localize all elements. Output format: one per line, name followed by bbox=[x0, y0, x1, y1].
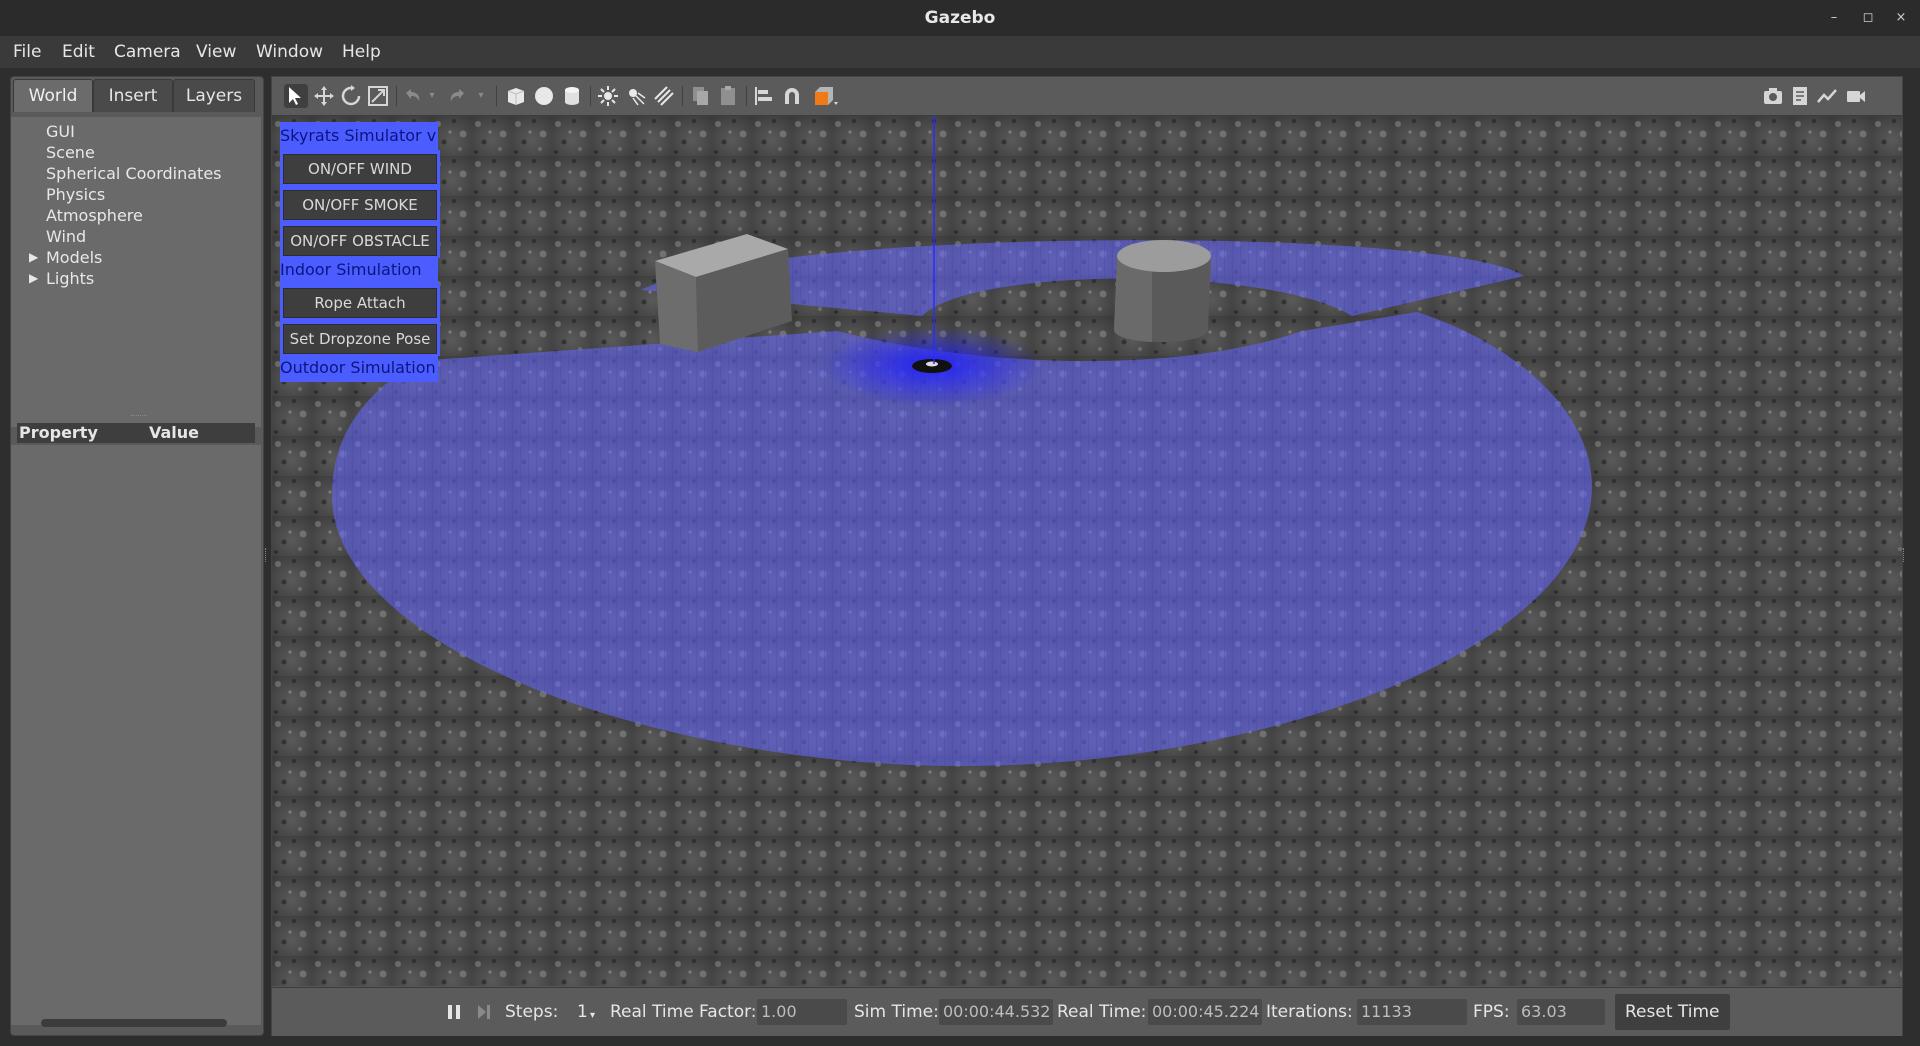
tab-layers[interactable]: Layers bbox=[173, 79, 255, 112]
translate-icon[interactable] bbox=[312, 84, 336, 108]
left-panel: World Insert Layers GUI Scene Spherical … bbox=[10, 76, 264, 1036]
world-tree: GUI Scene Spherical Coordinates Physics … bbox=[11, 117, 261, 427]
redo-icon[interactable] bbox=[446, 84, 470, 108]
left-splitter-handle[interactable] bbox=[265, 548, 269, 562]
expand-arrow-icon[interactable]: ▶ bbox=[29, 268, 38, 289]
menu-view[interactable]: View bbox=[193, 40, 239, 64]
menu-help[interactable]: Help bbox=[339, 40, 384, 64]
menu-camera[interactable]: Camera bbox=[111, 40, 184, 64]
right-splitter-handle[interactable] bbox=[1903, 548, 1907, 562]
3d-viewport[interactable]: Skyrats Simulator v ON/OFF WIND ON/OFF S… bbox=[272, 116, 1902, 986]
paste-icon[interactable] bbox=[716, 84, 740, 108]
sim-time-field: 00:00:44.532 bbox=[939, 999, 1053, 1025]
indoor-simulation-label: Indoor Simulation bbox=[280, 256, 438, 284]
reset-time-button[interactable]: Reset Time bbox=[1615, 994, 1730, 1030]
record-video-icon[interactable] bbox=[1844, 84, 1868, 108]
tab-insert[interactable]: Insert bbox=[93, 79, 173, 112]
redo-dropdown-icon[interactable]: ▾ bbox=[474, 84, 488, 108]
pause-icon[interactable] bbox=[442, 1000, 466, 1024]
render-panel: ▾ ▾ Skyrats Simulator v ON/OFF WIND ON/O… bbox=[271, 76, 1903, 1036]
tree-item-scene[interactable]: Scene bbox=[46, 142, 95, 163]
steps-label: Steps: bbox=[505, 1002, 559, 1022]
set-dropzone-pose-button[interactable]: Set Dropzone Pose bbox=[283, 324, 437, 354]
fps-label: FPS: bbox=[1473, 1002, 1510, 1022]
scene-render bbox=[272, 116, 1902, 986]
step-icon[interactable] bbox=[472, 1000, 496, 1024]
view-angle-icon[interactable] bbox=[812, 84, 838, 108]
rotate-icon[interactable] bbox=[339, 84, 363, 108]
align-icon[interactable] bbox=[752, 84, 776, 108]
tree-item-spherical-coordinates[interactable]: Spherical Coordinates bbox=[46, 163, 222, 184]
steps-dropdown-icon[interactable]: ▾ bbox=[590, 1006, 595, 1026]
select-arrow-icon[interactable] bbox=[284, 84, 308, 108]
toolbar: ▾ ▾ bbox=[272, 77, 1902, 116]
title-bar: Gazebo – ◻ × bbox=[0, 0, 1920, 37]
steps-value[interactable]: 1 bbox=[577, 1002, 588, 1022]
properties-header: Property Value bbox=[17, 423, 255, 443]
toggle-obstacle-button[interactable]: ON/OFF OBSTACLE bbox=[283, 226, 437, 256]
outdoor-simulation-label: Outdoor Simulation bbox=[280, 354, 438, 382]
toggle-wind-button[interactable]: ON/OFF WIND bbox=[283, 154, 437, 184]
rtf-field: 1.00 bbox=[757, 999, 847, 1025]
iterations-field: 11133 bbox=[1357, 999, 1467, 1025]
minimize-icon[interactable]: – bbox=[1826, 10, 1842, 26]
snap-icon[interactable] bbox=[780, 84, 804, 108]
spot-light-icon[interactable] bbox=[624, 84, 648, 108]
tree-item-lights[interactable]: Lights bbox=[46, 268, 94, 289]
overlay-title: Skyrats Simulator v bbox=[280, 122, 438, 150]
tree-item-wind[interactable]: Wind bbox=[46, 226, 86, 247]
tree-item-physics[interactable]: Physics bbox=[46, 184, 105, 205]
screenshot-icon[interactable] bbox=[1761, 84, 1785, 108]
properties-table bbox=[11, 445, 261, 1025]
panel-splitter[interactable] bbox=[131, 415, 147, 418]
log-icon[interactable] bbox=[1788, 84, 1812, 108]
close-icon[interactable]: × bbox=[1893, 10, 1909, 26]
iterations-label: Iterations: bbox=[1266, 1002, 1353, 1022]
sim-time-label: Sim Time: bbox=[854, 1002, 939, 1022]
undo-dropdown-icon[interactable]: ▾ bbox=[425, 84, 439, 108]
copy-icon[interactable] bbox=[688, 84, 712, 108]
directional-light-icon[interactable] bbox=[652, 84, 676, 108]
undo-icon[interactable] bbox=[400, 84, 424, 108]
real-time-field: 00:00:45.224 bbox=[1148, 999, 1262, 1025]
sphere-shape-icon[interactable] bbox=[532, 84, 556, 108]
point-light-icon[interactable] bbox=[596, 84, 620, 108]
toggle-smoke-button[interactable]: ON/OFF SMOKE bbox=[283, 190, 437, 220]
horizontal-scrollbar[interactable] bbox=[41, 1019, 227, 1027]
status-bar: Steps: 1 ▾ Real Time Factor: 1.00 Sim Ti… bbox=[272, 987, 1902, 1036]
real-time-label: Real Time: bbox=[1057, 1002, 1147, 1022]
menu-bar: File Edit Camera View Window Help bbox=[0, 36, 1920, 68]
rtf-label: Real Time Factor: bbox=[610, 1002, 757, 1022]
value-column-header: Value bbox=[149, 423, 200, 442]
property-column-header: Property bbox=[19, 423, 98, 442]
tree-item-gui[interactable]: GUI bbox=[46, 121, 75, 142]
cylinder-model[interactable] bbox=[1114, 240, 1211, 342]
maximize-icon[interactable]: ◻ bbox=[1860, 10, 1876, 26]
menu-edit[interactable]: Edit bbox=[59, 40, 98, 64]
box-shape-icon[interactable] bbox=[504, 84, 528, 108]
tree-item-models[interactable]: Models bbox=[46, 247, 102, 268]
menu-file[interactable]: File bbox=[10, 40, 44, 64]
expand-arrow-icon[interactable]: ▶ bbox=[29, 247, 38, 268]
scale-icon[interactable] bbox=[366, 84, 390, 108]
tab-world[interactable]: World bbox=[13, 79, 93, 112]
fps-field: 63.03 bbox=[1517, 999, 1605, 1025]
menu-window[interactable]: Window bbox=[253, 40, 326, 64]
rope-attach-button[interactable]: Rope Attach bbox=[283, 288, 437, 318]
tree-item-atmosphere[interactable]: Atmosphere bbox=[46, 205, 143, 226]
cylinder-shape-icon[interactable] bbox=[560, 84, 584, 108]
plot-icon[interactable] bbox=[1815, 84, 1839, 108]
window-title: Gazebo bbox=[924, 8, 996, 28]
